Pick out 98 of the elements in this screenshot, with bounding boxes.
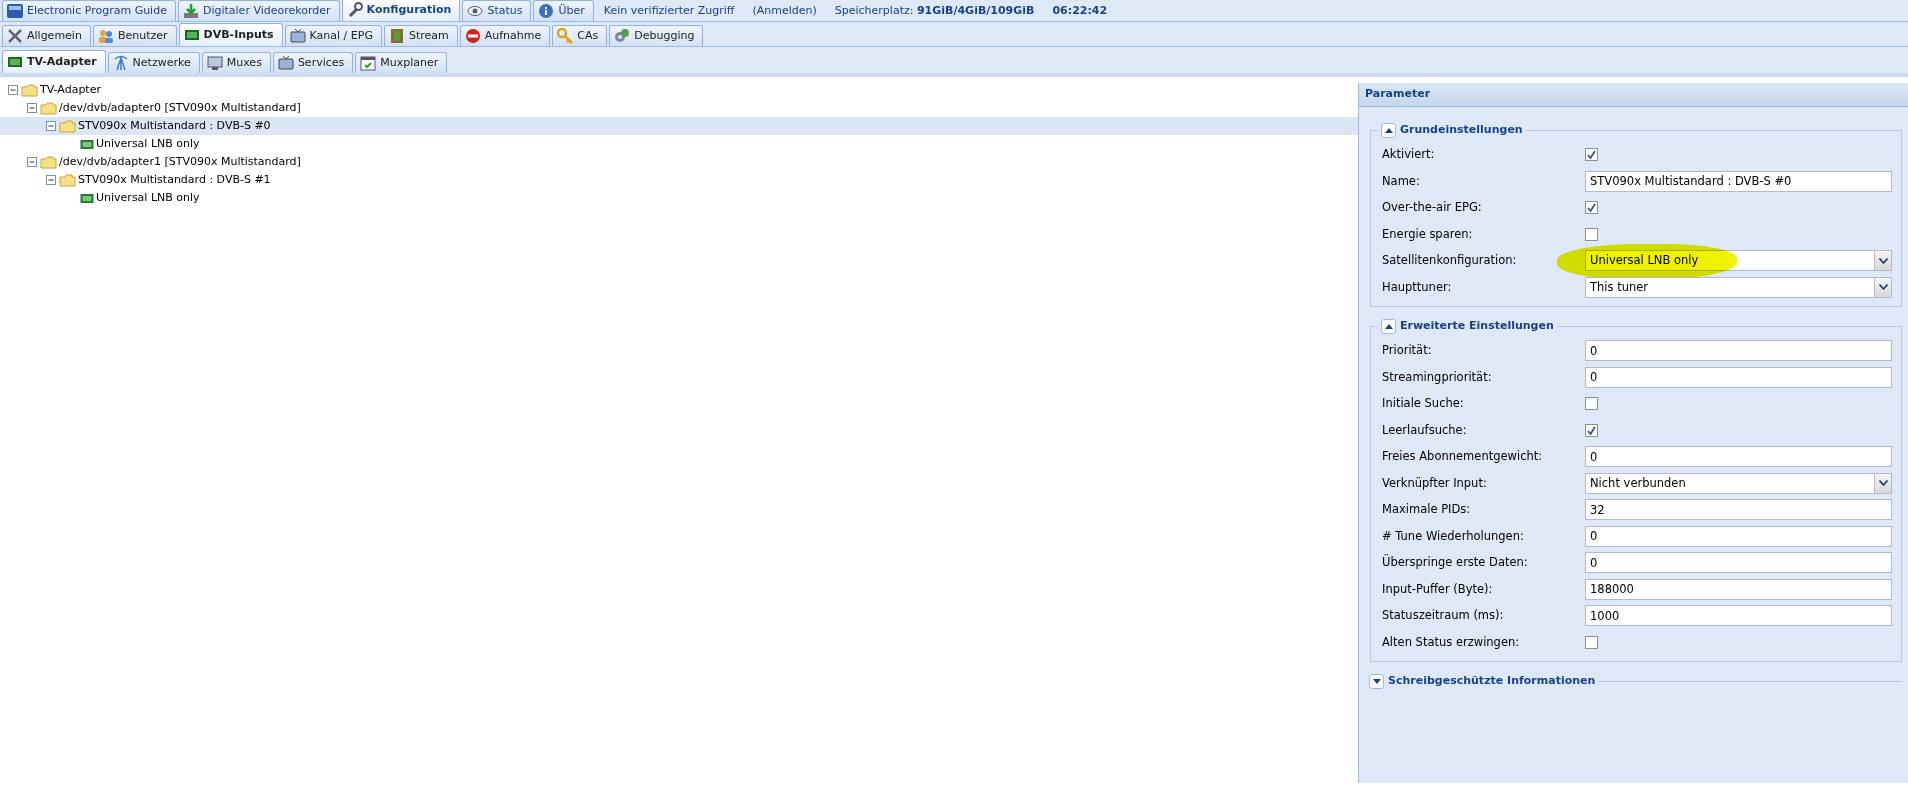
panel-title: Parameter bbox=[1359, 83, 1908, 107]
config-tab[interactable]: Debugging bbox=[609, 25, 704, 46]
config-tab[interactable]: Aufnahme bbox=[459, 25, 551, 46]
field-label: Initiale Suche: bbox=[1382, 395, 1465, 413]
tree-item[interactable]: /dev/dvb/adapter1 [STV090x Multistandard] bbox=[0, 153, 1358, 171]
check-icon bbox=[1587, 150, 1596, 160]
text-field[interactable]: 0 bbox=[1585, 446, 1892, 468]
tools-icon bbox=[7, 28, 23, 44]
card-icon bbox=[80, 138, 94, 150]
access-status: Kein verifizierter Zugriff bbox=[602, 3, 736, 20]
expand-button[interactable] bbox=[1369, 673, 1384, 689]
card-icon bbox=[183, 27, 200, 43]
dvb-tab[interactable]: Muxes bbox=[201, 52, 271, 73]
field-label: Priorität: bbox=[1382, 342, 1433, 360]
download-icon bbox=[182, 3, 199, 19]
dropdown-field[interactable]: This tuner bbox=[1585, 276, 1892, 298]
eye-icon bbox=[467, 3, 484, 19]
text-field[interactable]: 1000 bbox=[1585, 605, 1892, 627]
config-tab[interactable]: CAs bbox=[552, 25, 608, 46]
dropdown-field[interactable]: Nicht verbunden bbox=[1585, 472, 1892, 494]
text-field[interactable]: 0 bbox=[1585, 366, 1892, 388]
field-label: Alten Status erzwingen: bbox=[1382, 633, 1521, 651]
field-label: Überspringe erste Daten: bbox=[1382, 554, 1529, 572]
tree-item[interactable]: Universal LNB only bbox=[0, 189, 1358, 207]
field-label: Statuszeitraum (ms): bbox=[1382, 607, 1505, 625]
check-icon bbox=[1587, 203, 1596, 213]
monitor-icon bbox=[206, 55, 223, 71]
checkbox[interactable] bbox=[1585, 148, 1598, 162]
config-tab[interactable]: DVB-Inputs bbox=[178, 23, 283, 46]
login-link[interactable]: (Anmelden) bbox=[744, 3, 825, 20]
tv-icon bbox=[289, 28, 306, 44]
field-label: Name: bbox=[1382, 172, 1421, 190]
field-label: Streamingpriorität: bbox=[1382, 368, 1493, 386]
field-label: Haupttuner: bbox=[1382, 278, 1453, 296]
field-label: Leerlaufsuche: bbox=[1382, 421, 1468, 439]
config-tab[interactable]: Benutzer bbox=[92, 25, 177, 46]
up-arrow-icon bbox=[1384, 323, 1393, 329]
check-icon bbox=[1587, 425, 1596, 435]
section-title: Erweiterte Einstellungen bbox=[1400, 317, 1554, 334]
section-title: Schreibgeschützte Informationen bbox=[1388, 672, 1596, 689]
folder-icon bbox=[59, 119, 76, 133]
main-tab[interactable]: Status bbox=[462, 0, 532, 21]
main-tab[interactable]: Konfiguration bbox=[341, 0, 461, 21]
field-label: Verknüpfter Input: bbox=[1382, 474, 1488, 492]
config-tab[interactable]: Kanal / EPG bbox=[284, 25, 382, 46]
field-label: Maximale PIDs: bbox=[1382, 501, 1472, 519]
tree-item[interactable]: STV090x Multistandard : DVB-S #1 bbox=[0, 171, 1358, 189]
text-field[interactable]: 0 bbox=[1585, 552, 1892, 574]
text-field[interactable]: 32 bbox=[1585, 499, 1892, 521]
key-icon bbox=[557, 28, 574, 44]
main-tab[interactable]: Über bbox=[533, 0, 594, 21]
field-label: Aktiviert: bbox=[1382, 146, 1436, 164]
field-label: Energie sparen: bbox=[1382, 225, 1474, 243]
field-label: # Tune Wiederholungen: bbox=[1382, 527, 1525, 545]
card-icon bbox=[80, 192, 94, 204]
checkbox[interactable] bbox=[1585, 201, 1598, 215]
tree-item[interactable]: TV-Adapter bbox=[0, 81, 1358, 99]
dvb-tab[interactable]: TV-Adapter bbox=[2, 50, 106, 73]
checkbox[interactable] bbox=[1585, 635, 1598, 649]
users-icon bbox=[97, 28, 114, 44]
text-field[interactable]: 0 bbox=[1585, 525, 1892, 547]
calendar-icon bbox=[360, 55, 377, 71]
info-icon bbox=[538, 3, 555, 19]
checkbox[interactable] bbox=[1585, 227, 1598, 241]
folder-icon bbox=[40, 101, 57, 115]
text-field[interactable]: 188000 bbox=[1585, 578, 1892, 600]
main-tab[interactable]: Digitaler Videorekorder bbox=[177, 0, 340, 21]
collapse-button[interactable] bbox=[1381, 318, 1396, 334]
field-label: Over-the-air EPG: bbox=[1382, 199, 1483, 217]
dvb-tab[interactable]: Services bbox=[272, 52, 354, 73]
checkbox[interactable] bbox=[1585, 397, 1598, 411]
antenna-icon bbox=[112, 55, 129, 71]
config-tab[interactable]: Allgemein bbox=[2, 25, 91, 46]
tree-item[interactable]: STV090x Multistandard : DVB-S #0 bbox=[0, 117, 1358, 135]
clock-time: 06:22:42 bbox=[1051, 3, 1109, 20]
text-field[interactable]: STV090x Multistandard : DVB-S #0 bbox=[1585, 170, 1892, 192]
field-label: Input-Puffer (Byte): bbox=[1382, 580, 1494, 598]
up-arrow-icon bbox=[1384, 127, 1393, 133]
rec-icon bbox=[464, 28, 481, 44]
main-tab[interactable]: Electronic Program Guide bbox=[2, 0, 176, 21]
card-icon bbox=[7, 54, 23, 70]
text-field[interactable]: 0 bbox=[1585, 340, 1892, 362]
storage-info: Speicherplatz: 91GiB/4GiB/109GiB bbox=[833, 3, 1036, 20]
tree-item[interactable]: Universal LNB only bbox=[0, 135, 1358, 153]
config-tab[interactable]: Stream bbox=[383, 25, 458, 46]
section-title: Grundeinstellungen bbox=[1400, 121, 1523, 138]
collapse-button[interactable] bbox=[1381, 122, 1396, 138]
tv-icon bbox=[277, 55, 294, 71]
field-label: Freies Abonnementgewicht: bbox=[1382, 448, 1544, 466]
dvb-tab[interactable]: Muxplaner bbox=[355, 52, 448, 73]
folder-icon bbox=[21, 83, 38, 97]
checkbox[interactable] bbox=[1585, 423, 1598, 437]
folder-icon bbox=[59, 173, 76, 187]
tree-item[interactable]: /dev/dvb/adapter0 [STV090x Multistandard] bbox=[0, 99, 1358, 117]
folder-icon bbox=[40, 155, 57, 169]
down-arrow-icon bbox=[1372, 678, 1381, 684]
dvb-tab[interactable]: Netzwerke bbox=[107, 52, 200, 73]
field-label: Satellitenkonfiguration: bbox=[1382, 252, 1518, 270]
